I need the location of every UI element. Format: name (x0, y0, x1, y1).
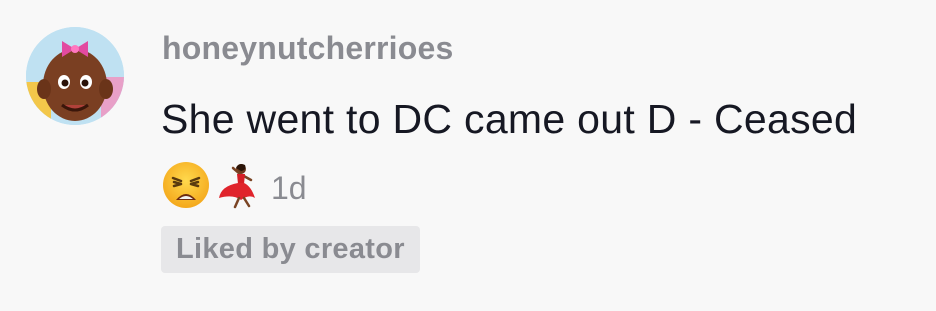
comment-text: She went to DC came out D - Ceased (161, 96, 858, 142)
avatar-image (26, 27, 124, 125)
comment-meta-row: 1d (161, 158, 307, 212)
weary-face-emoji (161, 160, 211, 210)
liked-by-creator-badge: Liked by creator (161, 226, 420, 273)
badge-label: Liked by creator (176, 233, 405, 265)
user-avatar[interactable] (26, 27, 124, 125)
username[interactable]: honeynutcherrioes (162, 30, 453, 67)
comment-item: honeynutcherrioes She went to DC came ou… (0, 0, 936, 311)
dancer-emoji (211, 160, 261, 210)
comment-timestamp: 1d (271, 169, 307, 206)
